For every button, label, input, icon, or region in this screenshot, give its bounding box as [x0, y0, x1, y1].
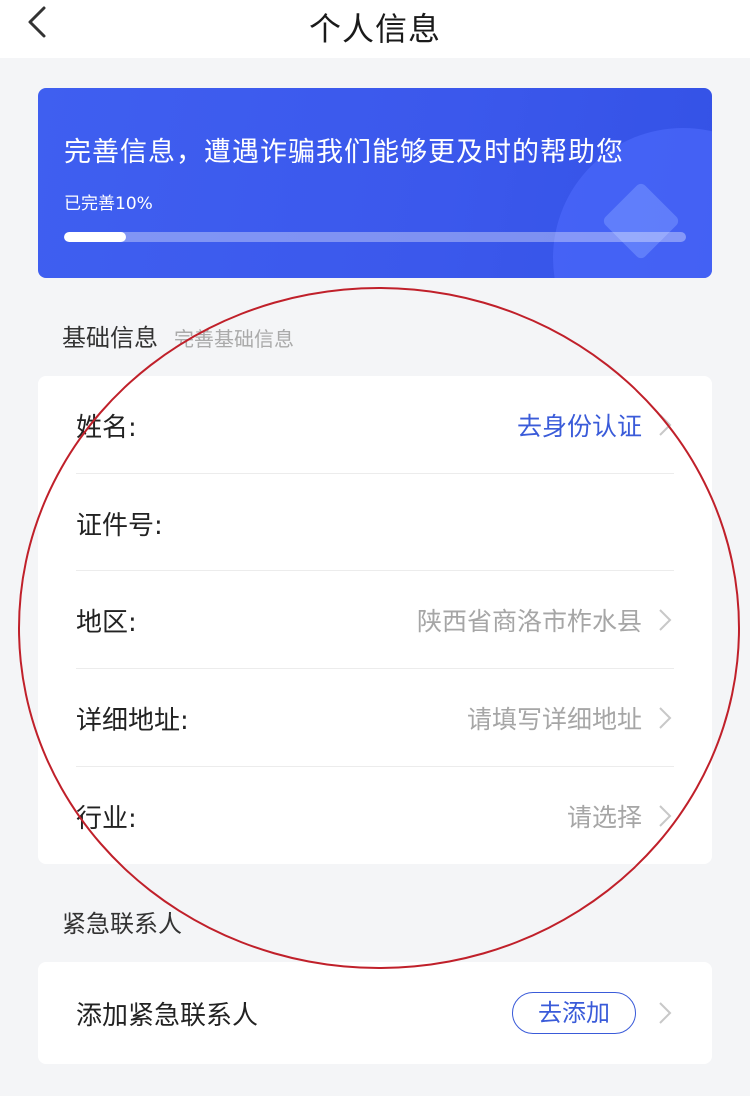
- basic-info-subtitle: 完善基础信息: [174, 327, 294, 351]
- basic-info-card: 姓名: 去身份认证 证件号: 地区: 陕西省商洛市柞水县 详细地址: 请填写详细…: [38, 376, 712, 864]
- basic-info-title: 基础信息: [62, 324, 158, 352]
- chevron-right-icon: [659, 414, 672, 436]
- row-id-number[interactable]: 证件号:: [76, 474, 674, 572]
- chevron-right-icon: [659, 1002, 672, 1024]
- page-title: 个人信息: [308, 10, 441, 48]
- row-label: 姓名:: [76, 412, 137, 443]
- completion-banner: 完善信息，遭遇诈骗我们能够更及时的帮助您 已完善10%: [38, 88, 712, 278]
- chevron-right-icon: [659, 707, 672, 729]
- progress-text: 已完善10%: [64, 194, 153, 214]
- address-placeholder: 请填写详细地址: [466, 705, 642, 734]
- identity-verify-link[interactable]: 去身份认证: [137, 407, 642, 443]
- row-label: 详细地址:: [76, 705, 189, 736]
- basic-info-heading: 基础信息 完善基础信息: [62, 318, 294, 353]
- emergency-contact-heading: 紧急联系人: [62, 910, 182, 938]
- row-detail-address[interactable]: 详细地址: 请填写详细地址: [76, 669, 674, 767]
- row-label: 行业:: [76, 803, 137, 834]
- add-contact-button[interactable]: 去添加: [512, 992, 636, 1034]
- progress-bar-fill: [64, 232, 127, 242]
- chevron-right-icon: [659, 609, 672, 631]
- industry-placeholder: 请选择: [566, 803, 642, 832]
- chevron-right-icon: [659, 805, 672, 827]
- row-region[interactable]: 地区: 陕西省商洛市柞水县: [76, 571, 674, 669]
- top-bar: 个人信息: [0, 0, 750, 58]
- emergency-contact-card: 添加紧急联系人 去添加: [38, 962, 712, 1064]
- row-name[interactable]: 姓名: 去身份认证: [76, 376, 674, 474]
- row-label: 地区:: [76, 607, 137, 638]
- region-value: 陕西省商洛市柞水县: [416, 607, 642, 636]
- row-label: 添加紧急联系人: [76, 1000, 259, 1031]
- banner-title: 完善信息，遭遇诈骗我们能够更及时的帮助您: [64, 137, 624, 168]
- progress-bar: [64, 232, 686, 242]
- row-industry[interactable]: 行业: 请选择: [76, 767, 674, 865]
- row-label: 证件号:: [76, 510, 163, 541]
